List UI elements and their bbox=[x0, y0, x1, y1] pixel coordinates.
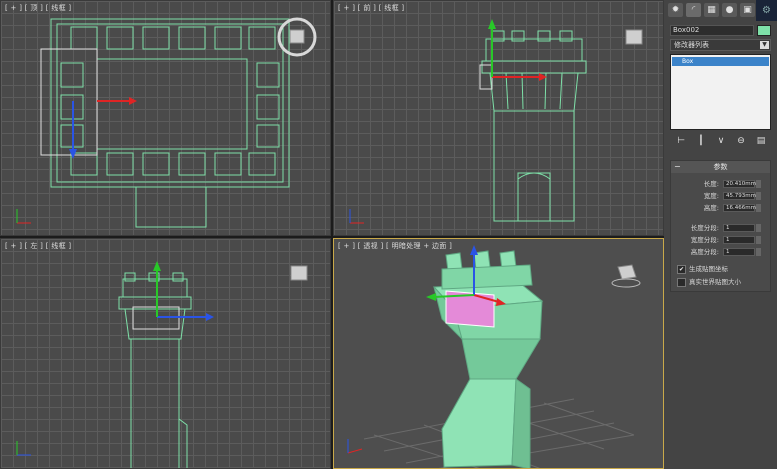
viewport-label[interactable]: [ + ] [ 透视 ] [ 明暗处理 + 边面 ] bbox=[338, 241, 452, 251]
tower-inner-opening bbox=[96, 58, 248, 150]
parameters-rollout: − 参数 长度: 20.410mm 宽度: 45.793mm 高度: 16.46… bbox=[670, 160, 771, 292]
viewcube-icon bbox=[289, 29, 305, 44]
height-segs-input[interactable]: 1 bbox=[723, 248, 755, 256]
viewport-left[interactable]: [ + ] [ 左 ] [ 线框 ] bbox=[0, 238, 331, 469]
parameters-rollout-header[interactable]: − 参数 bbox=[671, 161, 770, 173]
display-icon[interactable]: ▣ bbox=[740, 3, 755, 17]
viewport-label[interactable]: [ + ] [ 顶 ] [ 线框 ] bbox=[5, 3, 71, 13]
modifier-list-label: 修改器列表 bbox=[674, 41, 709, 49]
tower-shaft-face bbox=[441, 378, 517, 468]
viewport-front[interactable]: [ + ] [ 前 ] [ 线框 ] bbox=[333, 0, 664, 236]
configure-sets-icon[interactable]: ▤ bbox=[754, 135, 768, 147]
viewport-label[interactable]: [ + ] [ 左 ] [ 线框 ] bbox=[5, 241, 71, 251]
real-world-checkbox-row[interactable]: 真实世界贴图大小 bbox=[677, 277, 741, 287]
left-view-scene bbox=[16, 261, 308, 468]
width-spinner[interactable] bbox=[756, 192, 761, 200]
tower-shaft bbox=[493, 110, 575, 222]
stack-item-box[interactable]: Box bbox=[672, 57, 769, 66]
command-panel: ✹ ◜ ▦ ● ▣ ⚙ 修改器列表 ▼ Box ⊢ ┃ ∨ ⊖ ▤ − 参数 长… bbox=[664, 0, 777, 469]
object-color-swatch[interactable] bbox=[757, 25, 771, 36]
utilities-icon[interactable]: ⚙ bbox=[756, 0, 777, 21]
stack-tools: ⊢ ┃ ∨ ⊖ ▤ bbox=[670, 134, 771, 148]
length-segs-input[interactable]: 1 bbox=[723, 224, 755, 232]
param-height: 高度: 16.466mm bbox=[671, 203, 772, 213]
tower-crown bbox=[122, 278, 188, 298]
viewport-perspective[interactable]: [ + ] [ 透视 ] [ 明暗处理 + 边面 ] bbox=[333, 238, 664, 469]
gen-uv-checkbox-row[interactable]: ✔ 生成贴图坐标 bbox=[677, 264, 728, 274]
height-segs-spinner[interactable] bbox=[756, 248, 761, 256]
length-spinner[interactable] bbox=[756, 180, 761, 188]
create-icon[interactable]: ✹ bbox=[668, 3, 683, 17]
command-panel-tabs: ✹ ◜ ▦ ● ▣ bbox=[668, 3, 755, 19]
tower-shaft bbox=[130, 338, 180, 468]
width-segs-spinner[interactable] bbox=[756, 236, 761, 244]
parameters-title: 参数 bbox=[713, 163, 728, 171]
object-name-input[interactable] bbox=[670, 25, 754, 36]
tower-upper-body bbox=[124, 308, 186, 340]
viewcube-icon bbox=[625, 29, 643, 45]
param-height-segs: 高度分段: 1 bbox=[671, 247, 772, 257]
gizmo-x-arrow bbox=[129, 97, 137, 105]
gen-uv-checkbox[interactable]: ✔ bbox=[677, 264, 686, 274]
pin-stack-icon[interactable]: ⊢ bbox=[674, 135, 688, 147]
modifier-list-dropdown[interactable]: 修改器列表 ▼ bbox=[670, 39, 771, 51]
viewcube-icon bbox=[290, 265, 308, 281]
top-view-scene bbox=[16, 17, 317, 228]
length-input[interactable]: 20.410mm bbox=[723, 180, 756, 188]
tower-crown bbox=[485, 38, 583, 62]
param-width-segs: 宽度分段: 1 bbox=[671, 235, 772, 245]
tower-base-outline bbox=[135, 186, 207, 228]
width-input[interactable]: 45.793mm bbox=[723, 192, 756, 200]
collapse-icon: − bbox=[674, 162, 681, 171]
motion-icon[interactable]: ● bbox=[722, 3, 737, 17]
modify-icon[interactable]: ◜ bbox=[686, 3, 701, 17]
battlement-right bbox=[256, 62, 280, 148]
tower-outline-outer bbox=[50, 18, 290, 188]
param-length-segs: 长度分段: 1 bbox=[671, 223, 772, 233]
real-world-checkbox[interactable] bbox=[677, 277, 686, 287]
perspective-scene bbox=[347, 245, 641, 468]
param-length: 长度: 20.410mm bbox=[671, 179, 772, 189]
param-width: 宽度: 45.793mm bbox=[671, 191, 772, 201]
show-end-result-icon[interactable]: ┃ bbox=[694, 135, 708, 147]
viewport-label[interactable]: [ + ] [ 前 ] [ 线框 ] bbox=[338, 3, 404, 13]
height-spinner[interactable] bbox=[756, 204, 761, 212]
gizmo-y-arrow bbox=[69, 149, 77, 159]
selected-box-outline bbox=[40, 48, 98, 156]
tower-door bbox=[517, 172, 551, 222]
modifier-stack[interactable]: Box bbox=[670, 54, 771, 130]
length-segs-spinner[interactable] bbox=[756, 224, 761, 232]
make-unique-icon[interactable]: ∨ bbox=[714, 135, 728, 147]
battlement-bottom bbox=[70, 152, 276, 176]
chevron-down-icon: ▼ bbox=[760, 41, 769, 49]
viewcube-icon bbox=[617, 264, 637, 280]
tower-parapet bbox=[481, 60, 587, 74]
front-view-scene bbox=[349, 19, 643, 224]
height-input[interactable]: 16.466mm bbox=[723, 204, 756, 212]
width-segs-input[interactable]: 1 bbox=[723, 236, 755, 244]
viewport-area: [ + ] [ 顶 ] [ 线框 ] [+] [前] [线框] [… bbox=[0, 0, 664, 469]
hierarchy-icon[interactable]: ▦ bbox=[704, 3, 719, 17]
remove-modifier-icon[interactable]: ⊖ bbox=[734, 135, 748, 147]
battlement-top bbox=[70, 26, 276, 50]
tower-upper-body bbox=[489, 72, 579, 112]
viewport-top[interactable]: [ + ] [ 顶 ] [ 线框 ] bbox=[0, 0, 331, 236]
